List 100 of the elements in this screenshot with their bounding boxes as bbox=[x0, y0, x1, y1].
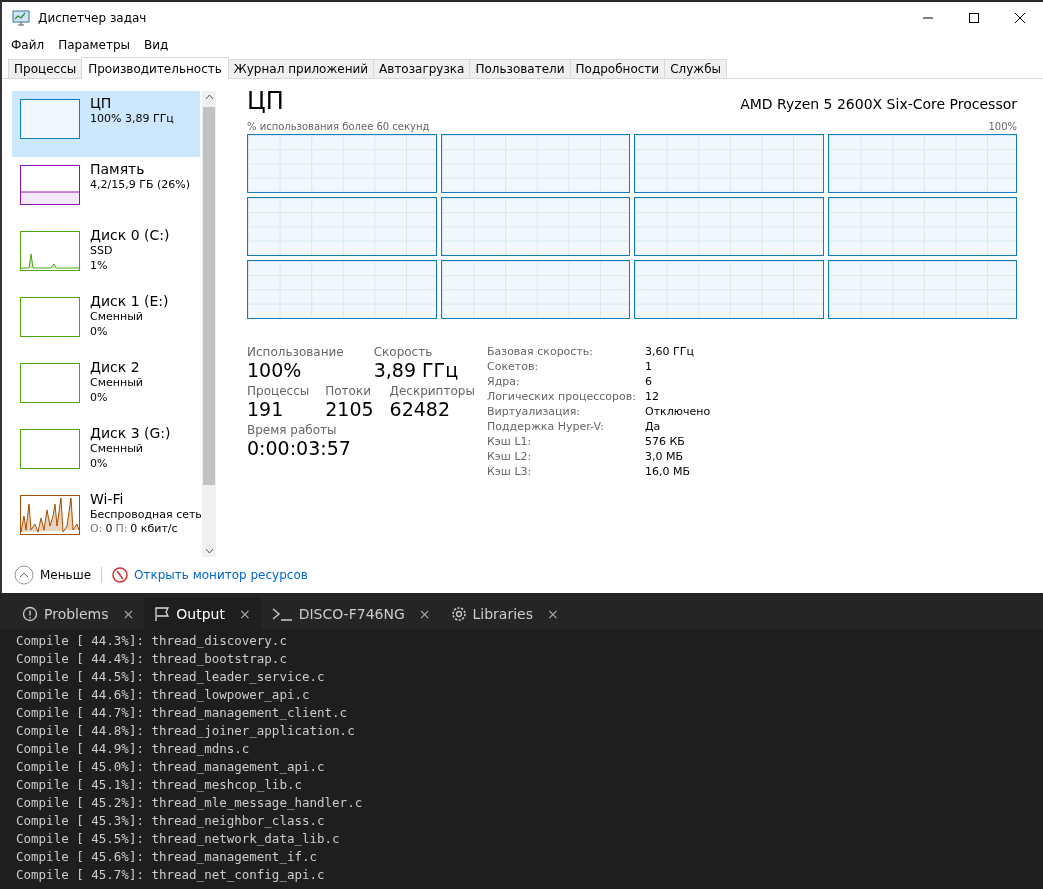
stat-label: Скорость bbox=[373, 345, 434, 359]
detail-label: Поддержка Hyper-V: bbox=[487, 420, 605, 433]
detail-value: 16,0 МБ bbox=[645, 465, 692, 478]
output-line: Compile [ 45.7%]: thread_net_config_api.c bbox=[16, 866, 326, 884]
tab[interactable]: Процессы bbox=[8, 59, 83, 78]
sidebar-item[interactable]: Wi-Fi Беспроводная сеть О: 0 П: 0 кбит/с bbox=[12, 487, 200, 553]
output-line: Compile [ 45.0%]: thread_management_api.c bbox=[16, 758, 326, 776]
detail-label: Логических процессоров: bbox=[487, 390, 637, 403]
close-tab-button[interactable]: × bbox=[122, 605, 135, 622]
item-name: Диск 2 bbox=[90, 359, 141, 375]
receive-value: 0 кбит/с bbox=[130, 522, 178, 535]
item-detail: 0% bbox=[90, 390, 109, 405]
detail-value: 1 bbox=[645, 360, 653, 373]
scrollbar[interactable] bbox=[202, 91, 216, 557]
item-name: Диск 1 (E:) bbox=[90, 293, 169, 309]
item-detail: Сменный bbox=[90, 309, 144, 324]
stat-value: 3,89 ГГц bbox=[373, 359, 459, 381]
tab[interactable]: Пользователи bbox=[469, 59, 571, 78]
sidebar-item[interactable]: Память 4,2/15,9 ГБ (26%) bbox=[12, 157, 200, 223]
detail-value: 12 bbox=[645, 390, 660, 403]
detail-label: Кэш L1: bbox=[487, 435, 533, 448]
item-detail: 0% bbox=[90, 324, 109, 339]
panel-tab[interactable]: Problems × bbox=[12, 598, 145, 629]
resource-monitor-link[interactable]: Открыть монитор ресурсов bbox=[134, 568, 308, 582]
output-line: Compile [ 44.9%]: thread_mdns.c bbox=[16, 740, 251, 758]
item-detail: 4,2/15,9 ГБ (26%) bbox=[90, 177, 190, 192]
sidebar-item[interactable]: Диск 0 (C:) SSD 1% bbox=[12, 223, 200, 289]
sidebar-item[interactable]: Диск 1 (E:) Сменный 0% bbox=[12, 289, 200, 355]
close-tab-button[interactable]: × bbox=[547, 605, 559, 622]
item-name: ЦП bbox=[90, 95, 113, 111]
output-line: Compile [ 45.5%]: thread_network_data_lib.c bbox=[16, 830, 341, 848]
item-name: Wi-Fi bbox=[90, 491, 125, 507]
chevron-up-icon[interactable] bbox=[14, 565, 34, 585]
item-name: Диск 0 (C:) bbox=[90, 227, 170, 243]
item-detail: Сменный bbox=[90, 375, 143, 390]
tab[interactable]: Службы bbox=[664, 59, 727, 78]
tab[interactable]: Подробности bbox=[569, 59, 666, 78]
output-line: Compile [ 45.2%]: thread_mle_message_handler.c bbox=[16, 794, 364, 812]
item-name: Память bbox=[90, 161, 146, 177]
detail-label: Базовая скорость: bbox=[487, 345, 594, 358]
panel-tab[interactable]: Libraries × bbox=[440, 598, 569, 629]
output-line: Compile [ 44.8%]: thread_joiner_application.c bbox=[16, 722, 356, 740]
item-name: Диск 3 (G:) bbox=[90, 425, 171, 441]
output-line: Compile [ 45.3%]: thread_neighbor_class.c bbox=[16, 812, 326, 830]
stat-label: Процессы bbox=[247, 384, 310, 398]
detail-label: Ядра: bbox=[487, 375, 521, 388]
send-value: 0 bbox=[105, 522, 113, 535]
graph-max-label: 100% bbox=[988, 121, 1017, 132]
sidebar-item[interactable]: Диск 3 (G:) Сменный 0% bbox=[12, 421, 200, 487]
stat-value: 0:00:03:57 bbox=[247, 437, 351, 459]
window-title: Диспетчер задач bbox=[38, 11, 147, 25]
output-line: Compile [ 45.1%]: thread_meshcop_lib.c bbox=[16, 776, 303, 794]
detail-label: Сокетов: bbox=[487, 360, 540, 373]
panel-tab[interactable]: DISCO-F746NG × bbox=[260, 598, 441, 629]
stat-label: Использование bbox=[247, 345, 344, 359]
stat-value: 2105 bbox=[325, 398, 374, 420]
detail-value: 6 bbox=[645, 375, 653, 388]
item-detail: 1% bbox=[90, 258, 109, 273]
panel-tab[interactable]: Output × bbox=[144, 598, 261, 629]
send-label: О: bbox=[90, 522, 103, 535]
close-tab-button[interactable]: × bbox=[418, 605, 431, 622]
fewer-details-button[interactable]: Меньше bbox=[40, 568, 92, 582]
detail-value: Да bbox=[645, 420, 662, 433]
flag-icon bbox=[154, 605, 171, 622]
info-circle-icon bbox=[22, 605, 38, 622]
monitor-icon bbox=[12, 10, 30, 26]
output-line: Compile [ 44.4%]: thread_bootstrap.c bbox=[16, 650, 288, 668]
settings-icon bbox=[450, 605, 467, 622]
detail-value: 3,0 МБ bbox=[645, 450, 685, 463]
stat-value: 100% bbox=[247, 359, 303, 381]
detail-value: 576 КБ bbox=[645, 435, 686, 448]
gauge-icon bbox=[112, 567, 129, 583]
detail-label: Кэш L3: bbox=[487, 465, 533, 478]
item-detail: SSD bbox=[90, 243, 114, 258]
close-tab-button[interactable]: × bbox=[238, 605, 251, 622]
menu-item[interactable]: Параметры bbox=[53, 38, 136, 52]
tab[interactable]: Производительность bbox=[81, 57, 229, 79]
stat-value: 62482 bbox=[389, 398, 451, 420]
menu-item[interactable]: Файл bbox=[6, 38, 50, 52]
detail-label: Кэш L2: bbox=[487, 450, 533, 463]
maximize-icon bbox=[969, 13, 979, 23]
graph-caption: % использования более 60 секунд bbox=[247, 121, 430, 132]
output-line: Compile [ 44.6%]: thread_lowpower_api.c bbox=[16, 686, 311, 704]
menu-item[interactable]: Вид bbox=[139, 38, 174, 52]
tab[interactable]: Журнал приложений bbox=[227, 59, 375, 78]
section-title: ЦП bbox=[247, 87, 284, 115]
detail-value: 3,60 ГГц bbox=[645, 345, 695, 358]
stat-label: Потоки bbox=[325, 384, 372, 398]
item-detail: 0% bbox=[90, 456, 109, 471]
sidebar-item[interactable]: ЦП 100% 3,89 ГГц bbox=[12, 91, 200, 157]
output-line: Compile [ 44.5%]: thread_leader_service.c bbox=[16, 668, 326, 686]
output-line: Compile [ 44.3%]: thread_discovery.c bbox=[16, 632, 288, 650]
stat-label: Дескрипторы bbox=[389, 384, 475, 398]
item-detail: Сменный bbox=[90, 441, 144, 456]
output-line: Compile [ 45.6%]: thread_management_if.c bbox=[16, 848, 319, 866]
tab[interactable]: Автозагрузка bbox=[373, 59, 471, 78]
sidebar-item[interactable]: Диск 2 Сменный 0% bbox=[12, 355, 200, 421]
stat-value: 191 bbox=[247, 398, 285, 420]
processor-name: AMD Ryzen 5 2600X Six-Core Processor bbox=[740, 96, 1017, 112]
close-icon bbox=[1015, 13, 1025, 23]
